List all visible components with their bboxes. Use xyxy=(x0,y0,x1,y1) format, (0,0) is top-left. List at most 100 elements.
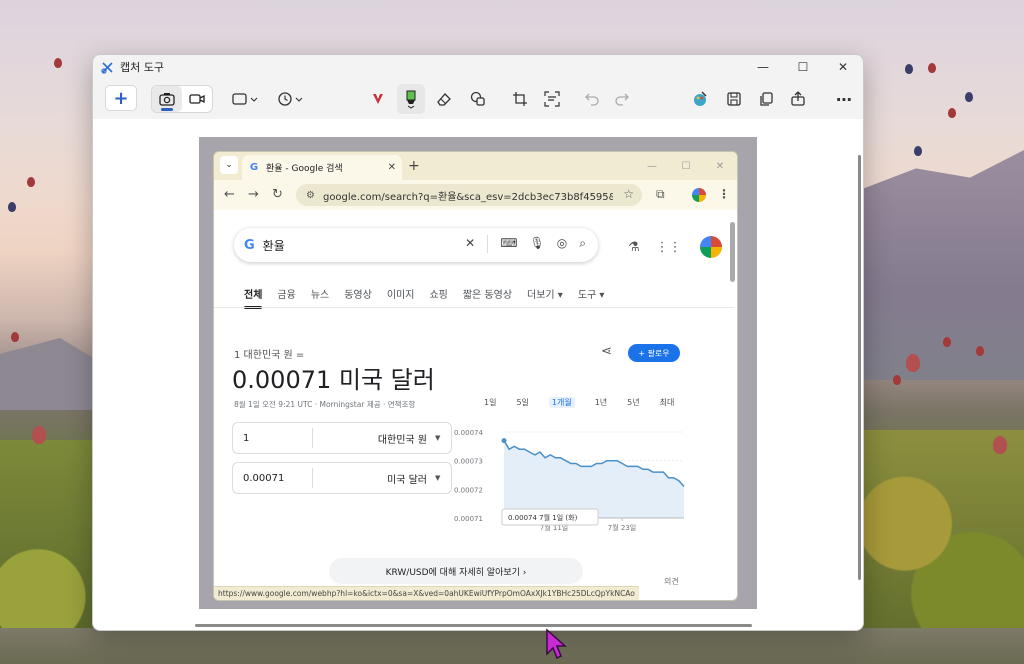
site-info-icon[interactable]: ⚙ xyxy=(306,190,315,201)
google-results-page: G 환율 ✕ ⌨ 🎙 ◎ ⌕ ⚗ ⋮⋮ 전체 금융 뉴스 동영상 이미지 쇼핑 … xyxy=(214,210,734,600)
tab-search-button[interactable]: ⌄ xyxy=(220,156,238,174)
text-actions-button[interactable] xyxy=(539,86,565,112)
to-currency-select[interactable]: 미국 달러 xyxy=(313,471,435,486)
balloon xyxy=(965,92,973,102)
undo-button[interactable] xyxy=(579,86,605,112)
balloon xyxy=(54,58,62,68)
highlighter-button[interactable] xyxy=(397,84,425,114)
tab-all[interactable]: 전체 xyxy=(244,286,263,309)
profile-avatar[interactable] xyxy=(692,188,706,202)
y-tick-label: 0.00074 xyxy=(454,429,483,437)
maximize-button[interactable]: ☐ xyxy=(783,55,823,79)
chevron-down-icon[interactable]: ▼ xyxy=(435,474,451,482)
browser-minimize-button[interactable]: — xyxy=(635,152,669,180)
copy-button[interactable] xyxy=(753,86,779,112)
tab-images[interactable]: 이미지 xyxy=(387,286,415,301)
share-icon[interactable]: ⋖ xyxy=(601,344,612,359)
delay-dropdown[interactable] xyxy=(275,86,309,112)
save-button[interactable] xyxy=(721,86,747,112)
range-1y[interactable]: 1년 xyxy=(595,397,607,408)
clear-icon[interactable]: ✕ xyxy=(465,236,475,253)
keyboard-icon[interactable]: ⌨ xyxy=(500,236,517,253)
more-options-button[interactable]: ⋯ xyxy=(831,86,857,112)
to-amount-input[interactable]: 0.00071 xyxy=(233,468,313,488)
tab-more[interactable]: 더보기 ▾ xyxy=(527,286,563,301)
browser-maximize-button[interactable]: ☐ xyxy=(669,152,703,180)
from-currency-select[interactable]: 대한민국 원 xyxy=(313,431,435,446)
reload-icon[interactable]: ↻ xyxy=(272,187,283,202)
bookmark-star-icon[interactable]: ☆ xyxy=(623,187,634,201)
browser-tab[interactable]: G 환율 - Google 검색 ✕ xyxy=(242,155,402,180)
save-icon xyxy=(727,92,741,106)
eraser-icon xyxy=(437,93,451,106)
balloon xyxy=(893,375,901,385)
paint-icon xyxy=(694,91,707,106)
labs-icon[interactable]: ⚗ xyxy=(628,240,640,255)
range-max[interactable]: 최대 xyxy=(660,397,675,408)
lens-icon[interactable]: ◎ xyxy=(557,236,567,253)
extensions-icon[interactable]: ⧉ xyxy=(656,187,665,202)
pen-icon xyxy=(373,94,383,104)
apps-grid-icon[interactable]: ⋮⋮ xyxy=(656,240,682,255)
horizontal-scrollbar[interactable] xyxy=(195,624,752,627)
google-favicon-icon: G xyxy=(249,162,259,173)
exchange-rate-chart[interactable]: 0.00074 0.00073 0.00072 0.00071 7월 11일 7월 23일… xyxy=(452,422,692,542)
snip-shape-dropdown[interactable] xyxy=(229,86,263,112)
tab-news[interactable]: 뉴스 xyxy=(311,286,329,301)
record-mode-button[interactable] xyxy=(182,86,212,112)
snip-mode-button[interactable] xyxy=(152,86,182,112)
crop-button[interactable] xyxy=(507,86,533,112)
feedback-link[interactable]: 의견 xyxy=(664,576,679,587)
data-point[interactable] xyxy=(501,438,507,444)
shapes-button[interactable] xyxy=(465,86,491,112)
snipping-tool-icon xyxy=(101,61,114,74)
follow-button[interactable]: + 팔로우 xyxy=(628,344,680,362)
chrome-menu-icon[interactable]: ⋮ xyxy=(718,187,730,201)
share-button[interactable] xyxy=(785,86,811,112)
range-5y[interactable]: 5년 xyxy=(627,397,639,408)
omnibox[interactable]: ⚙ google.com/search?q=환율&sca_esv=2dcb3ec… xyxy=(296,184,642,206)
tooltip-text: 0.00074 7월 1일 (화) xyxy=(508,513,578,522)
learn-more-link[interactable]: KRW/USD에 대해 자세히 알아보기 › xyxy=(329,558,583,584)
tab-shopping[interactable]: 쇼핑 xyxy=(429,286,447,301)
balloon xyxy=(928,63,936,73)
google-search-box[interactable]: G 환율 ✕ ⌨ 🎙 ◎ ⌕ xyxy=(234,228,598,262)
camera-icon xyxy=(159,93,175,106)
browser-close-button[interactable]: ✕ xyxy=(703,152,737,180)
tab-tools[interactable]: 도구 ▾ xyxy=(578,286,605,301)
range-1m[interactable]: 1개월 xyxy=(548,397,575,408)
y-tick-label: 0.00071 xyxy=(454,515,483,523)
y-tick-label: 0.00072 xyxy=(454,486,483,494)
tab-close-icon[interactable]: ✕ xyxy=(388,162,396,173)
balloon xyxy=(943,337,951,347)
range-1d[interactable]: 1일 xyxy=(484,397,496,408)
from-amount-input[interactable]: 1 xyxy=(233,428,313,448)
tab-finance[interactable]: 금융 xyxy=(277,286,295,301)
close-button[interactable]: ✕ xyxy=(823,55,863,79)
vertical-scrollbar[interactable] xyxy=(858,155,861,580)
new-snip-button[interactable]: + xyxy=(105,85,137,111)
crop-icon xyxy=(513,92,527,106)
range-5d[interactable]: 5일 xyxy=(516,397,528,408)
share-icon xyxy=(791,91,805,106)
balloon xyxy=(8,202,16,212)
new-tab-icon[interactable]: + xyxy=(408,158,420,174)
forward-icon[interactable]: → xyxy=(248,187,259,202)
minimize-button[interactable]: — xyxy=(743,55,783,79)
chevron-down-icon[interactable]: ▼ xyxy=(435,434,451,442)
account-avatar[interactable] xyxy=(699,236,722,258)
redo-button[interactable] xyxy=(609,86,635,112)
search-query: 환율 xyxy=(262,238,285,253)
balloon xyxy=(993,436,1007,454)
paint-edit-button[interactable] xyxy=(687,86,713,112)
tab-short-videos[interactable]: 짧은 동영상 xyxy=(463,286,512,301)
tab-videos[interactable]: 동영상 xyxy=(344,286,372,301)
back-icon[interactable]: ← xyxy=(224,187,235,202)
eraser-button[interactable] xyxy=(431,86,457,112)
page-scrollbar[interactable] xyxy=(730,222,735,282)
ballpoint-pen-button[interactable] xyxy=(365,86,391,112)
converter-subtitle: 1 대한민국 원 = xyxy=(234,350,305,361)
search-icon[interactable]: ⌕ xyxy=(579,236,586,253)
microphone-icon[interactable]: 🎙 xyxy=(530,236,545,253)
balloon xyxy=(914,146,922,156)
